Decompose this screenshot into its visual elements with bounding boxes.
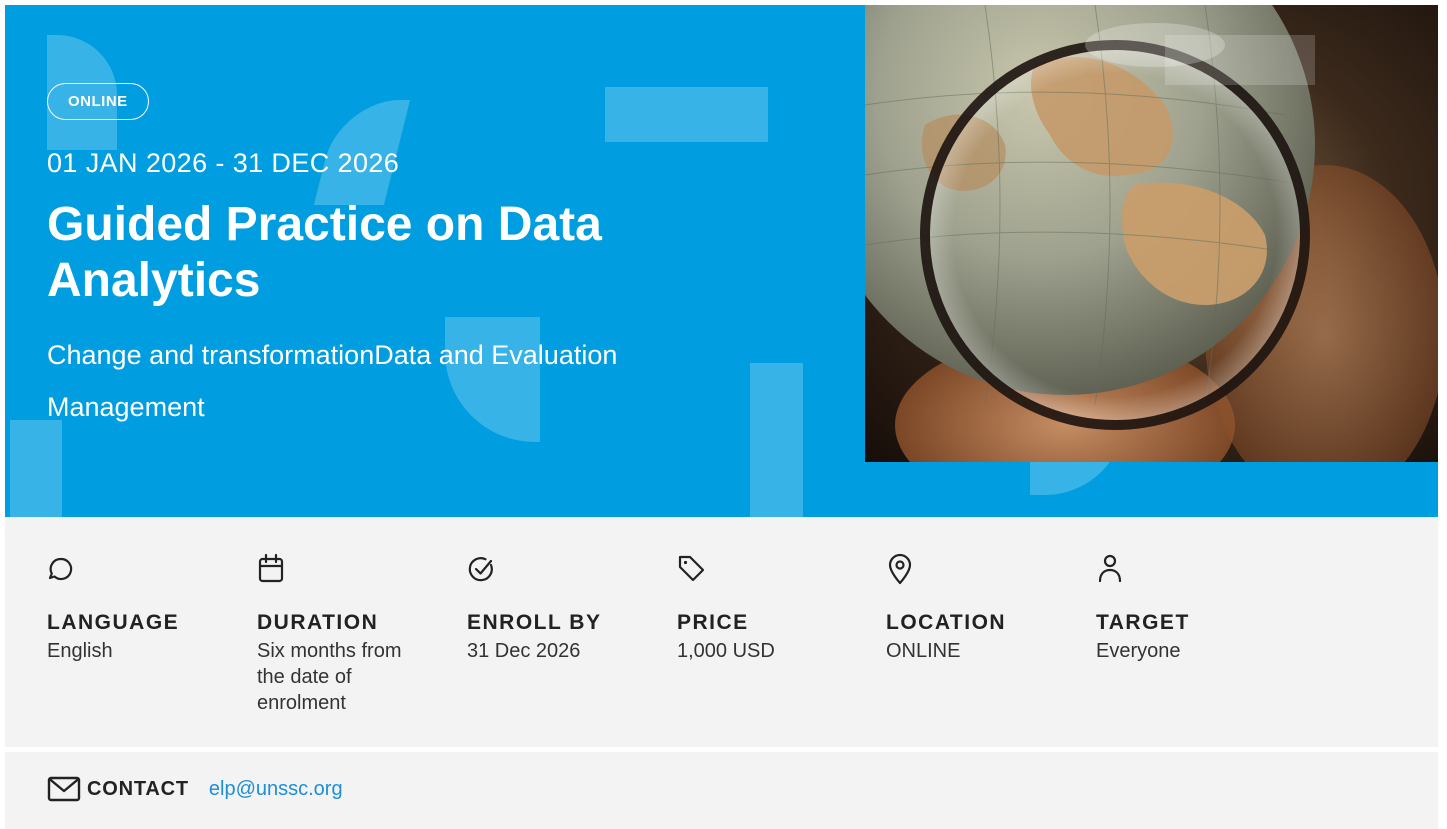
detail-duration: DURATION Six months from the date of enr… (257, 551, 422, 716)
course-categories: Change and transformationData and Evalua… (47, 340, 618, 422)
detail-label: LANGUAGE (47, 611, 180, 634)
hero-text: ONLINE 01 JAN 2026 - 31 DEC 2026 Guided … (47, 83, 807, 433)
detail-label: LOCATION (886, 611, 1007, 634)
detail-location: LOCATION ONLINE (886, 551, 1076, 664)
course-page: ONLINE 01 JAN 2026 - 31 DEC 2026 Guided … (0, 0, 1447, 829)
detail-target: TARGET Everyone (1096, 551, 1286, 664)
course-dates: 01 JAN 2026 - 31 DEC 2026 (47, 148, 400, 178)
detail-price: PRICE 1,000 USD (677, 551, 867, 664)
detail-language: LANGUAGE English (47, 551, 237, 664)
contact-bar: CONTACT elp@unssc.org (5, 752, 1438, 829)
delivery-mode-badge: ONLINE (47, 83, 149, 120)
detail-value: English (47, 640, 113, 662)
detail-value: 1,000 USD (677, 640, 775, 662)
check-circle-icon (468, 557, 493, 582)
contact-label: CONTACT (87, 777, 189, 800)
calendar-icon (258, 553, 284, 583)
detail-value: 31 Dec 2026 (467, 640, 581, 662)
envelope-icon (47, 776, 81, 802)
detail-label: DURATION (257, 611, 379, 634)
decorative-shape (10, 420, 62, 517)
detail-value: Everyone (1096, 640, 1181, 662)
person-icon (1098, 554, 1122, 583)
hero-banner: ONLINE 01 JAN 2026 - 31 DEC 2026 Guided … (5, 5, 1438, 517)
detail-value: Six months from the date of enrolment (257, 640, 402, 714)
detail-label: ENROLL BY (467, 611, 602, 634)
globe-magnifier-photo (865, 5, 1438, 462)
course-details: LANGUAGE English DURATION Six months fro… (5, 517, 1438, 747)
detail-enroll-by: ENROLL BY 31 Dec 2026 (467, 551, 657, 664)
contact-row: CONTACT elp@unssc.org (47, 776, 343, 802)
price-tag-icon (678, 555, 705, 582)
location-pin-icon (888, 553, 912, 585)
course-title: Guided Practice on Data Analytics (47, 198, 602, 307)
detail-label: PRICE (677, 611, 749, 634)
detail-value: ONLINE (886, 640, 961, 662)
detail-label: TARGET (1096, 611, 1190, 634)
speech-bubble-icon (48, 557, 73, 581)
contact-email-link[interactable]: elp@unssc.org (209, 778, 343, 801)
